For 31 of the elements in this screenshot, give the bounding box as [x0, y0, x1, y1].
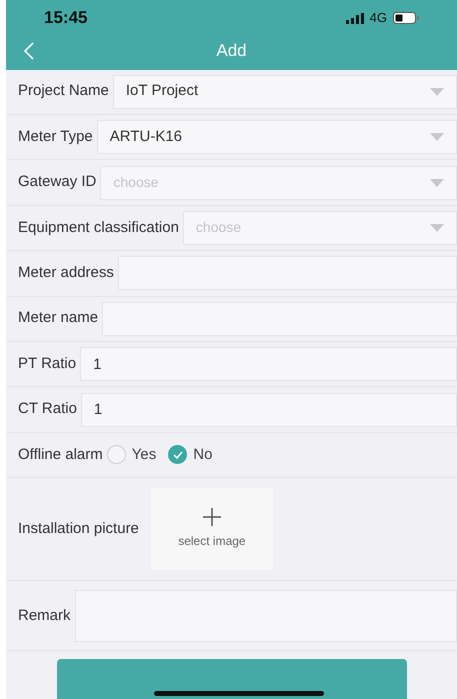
field-label: Project Name — [18, 81, 109, 102]
back-button[interactable] — [24, 42, 34, 60]
field-label: Meter name — [18, 308, 98, 328]
field-label: Meter address — [18, 263, 114, 284]
field-label: Remark — [18, 606, 71, 626]
input-field[interactable]: 1 — [80, 347, 457, 382]
back-icon — [24, 42, 34, 60]
field-label: Gateway ID — [18, 172, 96, 192]
radio-option[interactable]: No — [168, 444, 212, 466]
dropdown-icon — [430, 224, 444, 232]
signal-icon — [346, 12, 364, 24]
select-field[interactable]: IoT Project — [112, 74, 457, 109]
field-label: Installation picture — [18, 519, 139, 540]
plus-icon — [202, 508, 221, 526]
radio-option[interactable]: Yes — [106, 444, 156, 466]
status-time: 15:45 — [44, 7, 88, 30]
select-field[interactable]: ARTU-K16 — [96, 120, 457, 154]
field-label: Meter Type — [18, 126, 93, 147]
field-label: CT Ratio — [18, 399, 77, 420]
save-button[interactable] — [56, 659, 406, 699]
field-label: Equipment classification — [18, 218, 179, 238]
dropdown-icon — [430, 133, 444, 142]
input-field[interactable]: 1 — [80, 392, 457, 427]
dropdown-icon — [430, 178, 444, 187]
field-label: Offline alarm — [18, 444, 103, 465]
field-label: PT Ratio — [18, 354, 76, 374]
select-image-button[interactable]: select image — [150, 488, 273, 570]
network-label: 4G — [370, 9, 387, 28]
dropdown-icon — [430, 88, 444, 96]
page-title: Add — [216, 40, 247, 62]
battery-icon — [393, 12, 419, 24]
